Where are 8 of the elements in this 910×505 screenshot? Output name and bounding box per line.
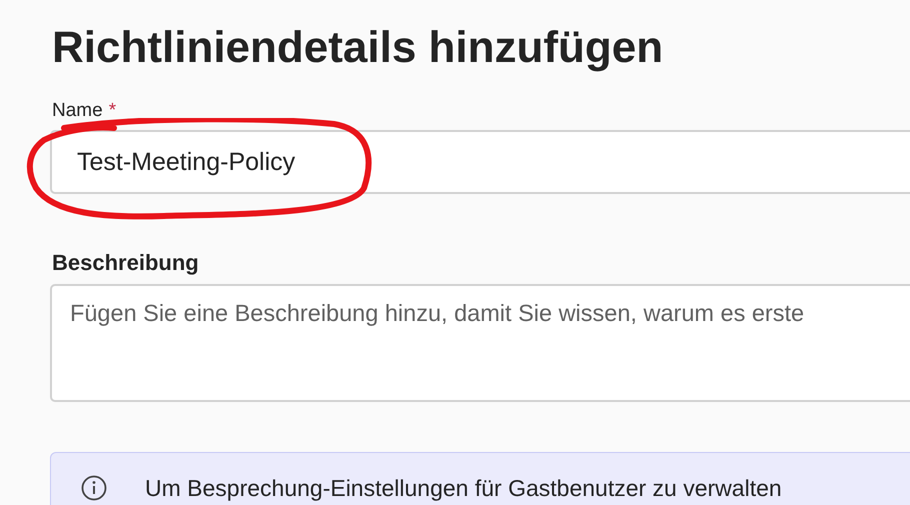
page-title: Richtliniendetails hinzufügen: [52, 22, 664, 74]
field-label: Beschreibung: [52, 250, 199, 276]
info-text: Um Besprechung-Einstellungen für Gastbenutzer zu verwalten: [145, 475, 782, 502]
required-asterisk: *: [108, 100, 116, 122]
info-icon: [81, 475, 107, 501]
field-label: Name: [52, 100, 103, 122]
description-field[interactable]: Fügen Sie eine Beschreibung hinzu, damit Sie wissen, warum es erste: [50, 284, 910, 402]
name-field[interactable]: Test-Meeting-Policy: [50, 130, 910, 194]
